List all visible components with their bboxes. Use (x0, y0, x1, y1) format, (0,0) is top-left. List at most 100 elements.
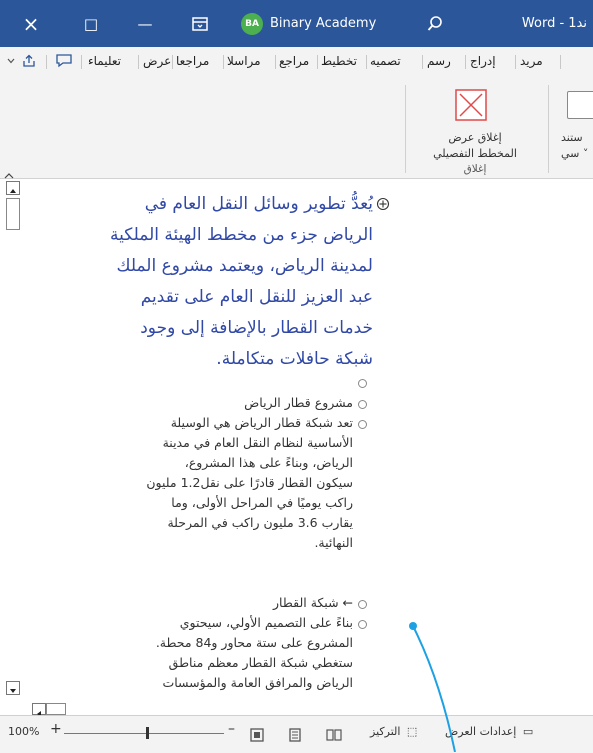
divider (548, 85, 549, 173)
share-icon (23, 54, 35, 67)
vertical-scrollbar[interactable] (6, 179, 20, 699)
divider (560, 55, 561, 69)
divider (366, 55, 367, 69)
focus-label: التركيز (370, 725, 401, 738)
text-line: عبد العزيز للنقل العام على تقديم (140, 287, 373, 307)
text-line: المشروع على ستة محاور و84 محطة. (155, 635, 353, 650)
text-line: يُعدُّ تطوير وسائل النقل العام في (144, 194, 373, 214)
restore-window-button[interactable]: □ (74, 0, 108, 47)
chevron-down-icon (7, 58, 15, 64)
outline-item[interactable]: مشروع قطار الرياض (244, 393, 353, 413)
divider (275, 55, 276, 69)
read-mode-icon (326, 729, 342, 741)
arrow-down-icon (10, 689, 16, 693)
focus-icon: ⬚ (406, 725, 418, 738)
arrow-up-icon (10, 189, 16, 193)
scroll-left-button[interactable] (32, 703, 46, 717)
window-title: Word - 1ند (521, 16, 587, 31)
close-window-button[interactable]: × (14, 0, 48, 47)
show-document-button[interactable]: ستند سي ˅ (553, 87, 593, 160)
text-line: خدمات القطار بالإضافة إلى وجود (140, 318, 373, 338)
tab-help[interactable]: تعليماء (88, 54, 121, 68)
web-layout-button[interactable] (250, 727, 264, 746)
tab-view[interactable]: عرض (143, 54, 171, 68)
show-document-label-line2: سي ˅ (561, 147, 589, 160)
tab-design[interactable]: تصميه (370, 54, 401, 68)
tab-mailings[interactable]: مراسلا (227, 54, 261, 68)
comments-button[interactable] (56, 54, 72, 71)
comment-icon (56, 54, 72, 68)
horizontal-scrollbar[interactable] (0, 703, 593, 717)
document-area[interactable]: يُعدُّ تطوير وسائل النقل العام في الرياض… (0, 179, 593, 703)
search-icon (427, 15, 442, 31)
h-scroll-thumb[interactable] (46, 703, 66, 715)
document-icon (567, 91, 593, 119)
text-line: بناءً على التصميم الأولي، سيحتوي (179, 615, 353, 630)
text-line: شبكة حافلات متكاملة. (216, 349, 373, 369)
text-line: الرياض جزء من مخطط الهيئة الملكية (110, 225, 373, 245)
text-line: الرياض والمرافق العامة والمؤسسات (162, 675, 353, 690)
status-bar: 100% + – التركيز ⬚ إعدادات العرض ▭ (0, 715, 593, 753)
zoom-slider-thumb[interactable] (146, 727, 149, 739)
divider (223, 55, 224, 69)
close-outline-view-label: إغلاق عرض (448, 131, 502, 144)
outline-item[interactable]: تعد شبكة قطار الرياض هي الوسيلة الأساسية… (146, 413, 353, 553)
tab-references[interactable]: مراجع (279, 54, 309, 68)
read-mode-button[interactable] (326, 727, 342, 746)
print-layout-button[interactable] (288, 727, 302, 746)
ribbon-display-options-button[interactable] (183, 0, 217, 47)
web-layout-icon (250, 728, 264, 742)
text-line: سيكون القطار قادرًا على نقل1.2 مليون (146, 475, 353, 490)
tab-draw[interactable]: رسم (427, 54, 451, 68)
heading-paragraph[interactable]: يُعدُّ تطوير وسائل النقل العام في الرياض… (110, 189, 373, 375)
divider (46, 55, 47, 69)
scroll-down-button[interactable] (6, 681, 20, 695)
text-line: راكب يوميًا في المراحل الأولى، وما (171, 495, 353, 510)
text-line: الرياض، وبناءً على هذا المشروع، (184, 455, 353, 470)
empty-bullet-icon (358, 379, 367, 388)
zoom-slider[interactable] (64, 733, 224, 734)
text-line: يقارب 3.6 مليون راكب في المرحلة (167, 515, 353, 530)
print-layout-icon (289, 728, 301, 742)
tab-review[interactable]: مراجعا (176, 54, 209, 68)
divider (81, 55, 82, 69)
restore-icon: □ (83, 14, 99, 33)
scroll-up-button[interactable] (6, 181, 20, 195)
close-outline-view-button[interactable]: إغلاق عرض المخطط التفصيلي (405, 87, 545, 160)
outline-item[interactable]: ← شبكة القطار (273, 593, 353, 613)
account-name[interactable]: Binary Academy (270, 0, 376, 47)
divider (422, 55, 423, 69)
avatar[interactable]: BA (241, 13, 263, 35)
display-settings-icon: ▭ (522, 725, 534, 738)
tab-outlining[interactable]: مريد (520, 54, 543, 68)
outline-item[interactable]: بناءً على التصميم الأولي، سيحتوي المشروع… (156, 613, 353, 693)
zoom-in-button[interactable]: + (50, 721, 62, 737)
ribbon-collapse-button[interactable] (7, 54, 15, 68)
display-settings-label: إعدادات العرض (445, 725, 517, 738)
bullet-icon (358, 620, 367, 629)
zoom-out-button[interactable]: – (228, 721, 235, 737)
close-outline-view-label-line2: المخطط التفصيلي (433, 147, 517, 160)
bullet-icon (358, 400, 367, 409)
title-bar: × □ — BA Binary Academy Word - 1ند (0, 0, 593, 47)
search-button[interactable] (420, 0, 450, 47)
zoom-level[interactable]: 100% (8, 725, 39, 738)
focus-button[interactable]: التركيز ⬚ (370, 725, 417, 738)
scroll-thumb[interactable] (6, 198, 20, 230)
tab-insert[interactable]: إدراج (470, 54, 496, 68)
tab-layout[interactable]: تخطيط (321, 54, 357, 68)
avatar-initials: BA (245, 19, 259, 29)
text-line: ستغطي شبكة القطار معظم مناطق (168, 655, 353, 670)
minimize-window-button[interactable]: — (128, 0, 162, 47)
group-label-close: إغلاق (463, 163, 487, 175)
display-settings-button[interactable]: إعدادات العرض ▭ (445, 725, 533, 738)
ribbon: إغلاق عرض المخطط التفصيلي إغلاق ستند سي … (0, 77, 593, 179)
share-button[interactable] (22, 54, 36, 71)
expand-heading-icon[interactable] (376, 196, 390, 215)
divider (317, 55, 318, 69)
ribbon-tabs: تعليماء عرض مراجعا مراسلا مراجع تخطيط تص… (0, 47, 593, 77)
bullet-icon (358, 420, 367, 429)
text-line: تعد شبكة قطار الرياض هي الوسيلة (170, 415, 353, 430)
divider (138, 55, 139, 69)
close-icon: × (22, 11, 40, 36)
